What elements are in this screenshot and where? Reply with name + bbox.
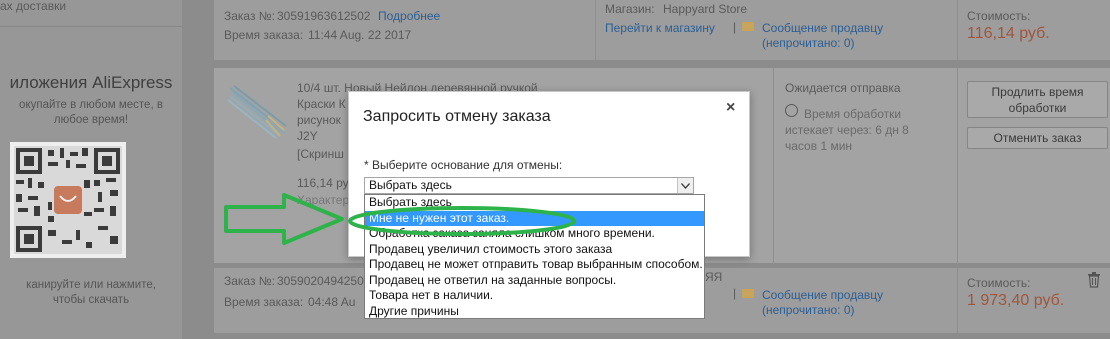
close-icon[interactable]: × [726, 99, 735, 117]
divider [595, 0, 596, 60]
order2-store-fragment: ЯЯ [705, 270, 723, 284]
reason-option[interactable]: Продавец не может отправить товар выбран… [365, 257, 704, 273]
message-seller-link[interactable]: Сообщение продавцу [762, 21, 883, 35]
app-promo-subtitle-line1: окупайте в любом месте, в [19, 99, 163, 111]
sidebar-divider [0, 26, 182, 27]
delivery-text: ах доставки [0, 0, 67, 13]
order2-cost-label: Стоимость: [967, 276, 1031, 290]
product-thumbnail[interactable] [227, 84, 288, 143]
order2-time: 04:48 Au [308, 295, 356, 309]
reason-option[interactable]: Другие причины [365, 304, 704, 320]
envelope-icon [742, 289, 754, 298]
separator-bar: | [733, 286, 737, 300]
scan-instructions-line1: канируйте или нажмите, [26, 279, 156, 291]
brushes-image [227, 85, 287, 139]
divider [957, 68, 958, 263]
reason-label: * Выберите основание для отмены: [364, 158, 563, 172]
unread-count: (непрочитано: 0) [762, 36, 855, 50]
qr-code[interactable] [10, 142, 126, 258]
reason-option[interactable]: Продавец увеличил стоимость этого заказа [365, 242, 704, 258]
order-time: 11:44 Aug. 22 2017 [308, 28, 412, 42]
order2-number-label: Заказ №: [224, 274, 276, 288]
order2-message-seller-link[interactable]: Сообщение продавцу [762, 288, 883, 302]
qr-code-image [14, 146, 122, 254]
cancel-order-button[interactable]: Отменить заказ [967, 127, 1108, 149]
store-name: Happyard Store [663, 2, 748, 16]
envelope-icon [742, 22, 754, 31]
order-number: 30591963612502 [277, 9, 371, 23]
order-cost: 116,14 руб. [967, 25, 1050, 42]
order2-cost: 1 973,40 руб. [967, 292, 1065, 309]
extend-processing-button-line1: Продлить время [991, 85, 1084, 99]
reason-select-value: Выбрать здесь [369, 178, 452, 192]
app-promo-subtitle: окупайте в любом месте, в любое время! [0, 98, 182, 128]
dialog-title: Запросить отмену заказа [363, 108, 551, 125]
goto-store-link[interactable]: Перейти к магазину [605, 21, 715, 35]
divider [957, 268, 958, 333]
reason-select[interactable]: Выбрать здесь [364, 177, 694, 194]
scan-instructions: канируйте или нажмите, чтобы скачать [0, 278, 182, 308]
divider [773, 68, 774, 263]
processing-countdown: истекает через: 6 дн 8 часов 1 мин [785, 122, 909, 154]
reason-option[interactable]: Продавец не ответил на заданные вопросы. [365, 273, 704, 289]
annotation-arrow [224, 193, 344, 245]
processing-time: Время обработки [804, 106, 901, 122]
order-details-link[interactable]: Подробнее [378, 9, 440, 23]
separator-bar: | [733, 20, 737, 34]
scan-instructions-line2: чтобы скачать [52, 294, 130, 306]
divider [957, 0, 958, 60]
extend-processing-button-line2: обработки [1008, 101, 1067, 115]
processing-time-line1: Время обработки [804, 107, 902, 121]
order2-unread-count: (непрочитано: 0) [762, 303, 855, 317]
extend-processing-button[interactable]: Продлить время обработки [967, 81, 1108, 118]
trash-icon[interactable] [1087, 272, 1101, 291]
screenshot-link[interactable]: [Скринш [297, 147, 344, 161]
item-price: 116,14 руб [297, 176, 356, 190]
order-status: Ожидается отправка [785, 81, 901, 95]
order2-time-label: Время заказа: [224, 295, 304, 309]
order-number-label: Заказ №: [224, 9, 276, 23]
processing-countdown-line2: часов 1 мин [785, 139, 853, 153]
reason-option[interactable]: Товара нет в наличии. [365, 288, 704, 304]
clock-icon [785, 104, 798, 117]
highlight-ellipse [348, 206, 576, 236]
order2-number: 3059020494250 [277, 274, 364, 288]
chevron-down-icon[interactable] [677, 178, 693, 193]
order-time-label: Время заказа: [224, 28, 304, 42]
app-promo-subtitle-line2: любое время! [53, 114, 129, 126]
cost-label: Стоимость: [967, 9, 1031, 23]
store-label: Магазин: [605, 2, 655, 16]
processing-countdown-line1: истекает через: 6 дн 8 [785, 123, 909, 137]
trash-icon-glyph [1088, 272, 1100, 288]
app-promo-title: иложения AliExpress [9, 73, 173, 92]
